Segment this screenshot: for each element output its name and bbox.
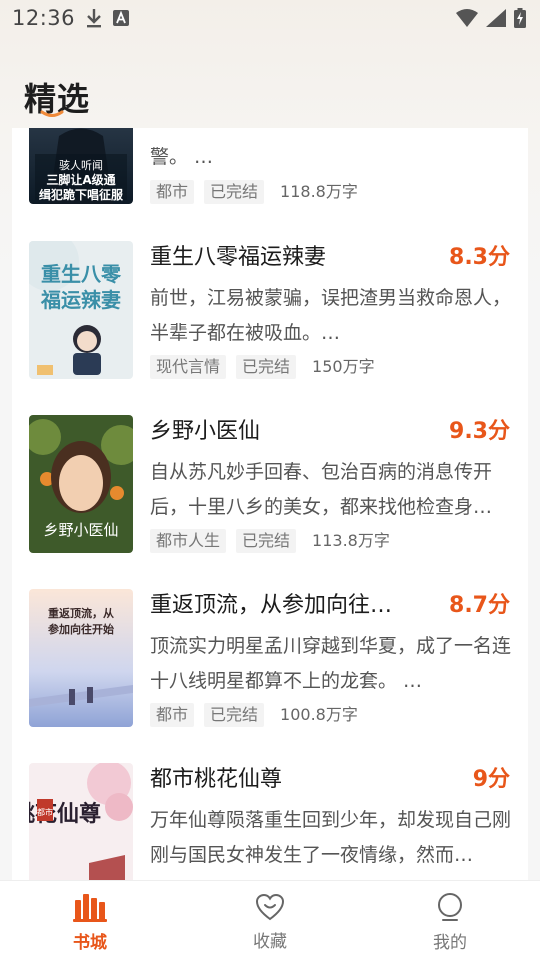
word-count: 100.8万字	[280, 705, 358, 724]
book-description: 万年仙尊陨落重生回到少年，却发现自己刚刚与国民女神发生了一夜情缘，然而…	[150, 809, 512, 866]
app-notification-icon	[113, 10, 130, 26]
cover-text: 福运辣妻	[40, 288, 121, 312]
book-cover[interactable]: 重返顶流，从 参加向往开始	[29, 589, 133, 727]
book-score: 9分	[472, 767, 510, 792]
book-title[interactable]: 重返顶流，从参加向往…	[150, 591, 410, 621]
status-tag: 已完结	[236, 529, 297, 553]
book-tags: 现代言情 已完结 150万字	[150, 355, 375, 379]
tab-favorites[interactable]: 收藏	[180, 881, 360, 960]
category-tag: 现代言情	[150, 355, 227, 379]
cover-text: 重生八零	[41, 262, 122, 286]
category-tag: 都市	[150, 703, 195, 727]
book-item[interactable]: 桃花仙尊 都市 都市桃花仙尊 9分 万年仙尊陨落重生回到少年，却发现自己刚刚与国…	[12, 763, 528, 880]
book-item[interactable]: 骇人听闻 三脚让A级通 缉犯跪下唱征服 警。 … 都市 已完结 118.8万字	[12, 128, 528, 216]
word-count: 150万字	[312, 357, 375, 376]
profile-icon	[438, 893, 462, 921]
book-tags: 都市 已完结 118.8万字	[150, 180, 358, 204]
book-item[interactable]: 重生八零 福运辣妻 重生八零福运辣妻 8.3分 前世，江易被蒙骗，误把渣男当救命…	[12, 241, 528, 391]
book-score: 9.3分	[449, 419, 510, 444]
cover-text: 缉犯跪下唱征服	[39, 187, 124, 202]
wifi-icon	[456, 9, 478, 27]
book-score: 8.7分	[449, 593, 510, 618]
title-underline-decoration	[40, 110, 64, 117]
book-list[interactable]: 骇人听闻 三脚让A级通 缉犯跪下唱征服 警。 … 都市 已完结 118.8万字 …	[12, 128, 528, 880]
status-time: 12:36	[12, 6, 76, 30]
tab-profile[interactable]: 我的	[360, 881, 540, 960]
book-title[interactable]: 重生八零福运辣妻	[150, 243, 410, 273]
book-cover[interactable]: 重生八零 福运辣妻	[29, 241, 133, 379]
book-cover[interactable]: 桃花仙尊 都市	[29, 763, 133, 880]
battery-charging-icon	[514, 8, 526, 28]
cover-text: 骇人听闻	[59, 158, 103, 172]
status-tag: 已完结	[236, 355, 297, 379]
book-tags: 都市人生 已完结 113.8万字	[150, 529, 390, 553]
book-tags: 都市 已完结 100.8万字	[150, 703, 358, 727]
tab-label: 收藏	[253, 932, 287, 952]
cover-text: 三脚让A级通	[46, 172, 115, 187]
tab-label: 书城	[73, 933, 107, 953]
status-tag: 已完结	[204, 703, 265, 727]
status-right	[456, 8, 526, 28]
category-tag: 都市	[150, 180, 195, 204]
book-title[interactable]: 都市桃花仙尊	[150, 765, 410, 795]
cover-text: 参加向往开始	[48, 622, 114, 636]
book-description: 顶流实力明星孟川穿越到华夏，成了一名连十八线明星都算不上的龙套。 …	[150, 635, 512, 692]
status-bar: 12:36	[0, 0, 540, 36]
book-score: 8.3分	[449, 245, 510, 270]
word-count: 118.8万字	[280, 182, 358, 201]
download-icon	[85, 8, 103, 28]
book-description: 警。 …	[150, 146, 214, 168]
book-title[interactable]: 乡野小医仙	[150, 417, 410, 447]
status-tag: 已完结	[204, 180, 265, 204]
status-left: 12:36	[12, 6, 130, 30]
word-count: 113.8万字	[312, 531, 390, 550]
book-cover[interactable]: 乡野小医仙	[29, 415, 133, 553]
cover-text: 都市	[37, 807, 53, 817]
book-description: 自从苏凡妙手回春、包治百病的消息传开后，十里八乡的美女，都来找他检查身…	[150, 461, 493, 518]
bottom-tab-bar: 书城 收藏 我的	[0, 880, 540, 960]
category-tag: 都市人生	[150, 529, 227, 553]
heart-icon	[255, 893, 285, 921]
book-item[interactable]: 重返顶流，从 参加向往开始 重返顶流，从参加向往… 8.7分 顶流实力明星孟川穿…	[12, 589, 528, 739]
tab-bookstore[interactable]: 书城	[0, 881, 180, 960]
book-item[interactable]: 乡野小医仙 乡野小医仙 9.3分 自从苏凡妙手回春、包治百病的消息传开后，十里八…	[12, 415, 528, 565]
book-description: 前世，江易被蒙骗，误把渣男当救命恩人，半辈子都在被吸血。…	[150, 287, 512, 344]
cover-text: 乡野小医仙	[43, 521, 118, 539]
book-cover[interactable]: 骇人听闻 三脚让A级通 缉犯跪下唱征服	[29, 128, 133, 204]
cellular-signal-icon	[486, 9, 506, 27]
tab-label: 我的	[433, 933, 467, 953]
cover-text: 重返顶流，从	[48, 606, 114, 620]
bookshelf-icon	[73, 894, 107, 922]
